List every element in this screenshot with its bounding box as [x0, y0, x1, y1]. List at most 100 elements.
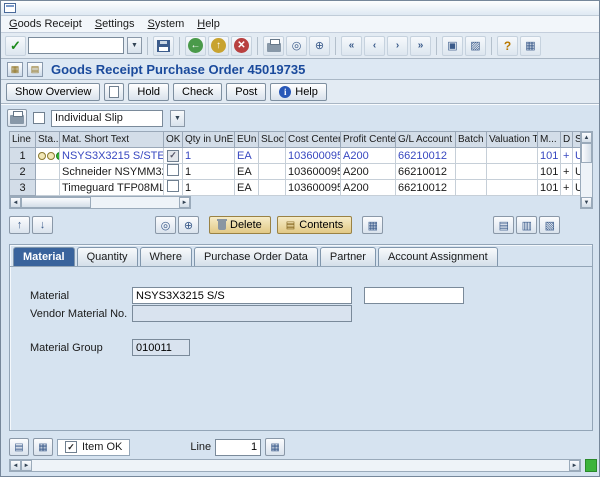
sort-ascending-button[interactable]: ↑ — [9, 216, 30, 234]
col-sloc[interactable]: SLoc — [258, 131, 286, 148]
delete-button[interactable]: Delete — [209, 216, 271, 234]
find-button[interactable]: ◎ — [286, 35, 307, 56]
tab-material[interactable]: Material — [13, 247, 75, 266]
blank-document-button[interactable] — [104, 82, 125, 101]
material-field[interactable] — [132, 287, 352, 304]
tab-account-assignment[interactable]: Account Assignment — [377, 247, 498, 266]
command-dropdown-icon[interactable]: ▼ — [127, 37, 142, 54]
eun-cell[interactable]: EA — [234, 163, 259, 180]
eun-cell[interactable]: EA — [234, 179, 259, 196]
tab-purchase-order-data[interactable]: Purchase Order Data — [193, 247, 318, 266]
tab-partner[interactable]: Partner — [319, 247, 376, 266]
eun-cell[interactable]: EA — [234, 147, 259, 164]
gl-account-cell[interactable]: 66210012 — [395, 147, 456, 164]
scroll-up-icon[interactable]: ▲ — [581, 132, 592, 143]
mvt-cell[interactable]: 101 — [537, 163, 561, 180]
cost-center-cell[interactable]: 103600095 — [285, 147, 341, 164]
overview-tree-icon[interactable]: ▤ — [27, 61, 43, 77]
find-next-entry-button[interactable]: ⊕ — [178, 216, 199, 234]
print-button[interactable] — [263, 35, 284, 56]
menu-system[interactable]: System — [148, 18, 185, 30]
help-button[interactable]: ? — [497, 35, 518, 56]
last-page-button[interactable]: » — [410, 35, 431, 56]
mvt-cell[interactable]: 101 — [537, 147, 561, 164]
previous-page-button[interactable]: ‹ — [364, 35, 385, 56]
col-ok[interactable]: OK — [163, 131, 183, 148]
item-list-button[interactable]: ▤ — [9, 438, 29, 456]
table-horizontal-scrollbar[interactable]: ◄ ► — [9, 196, 191, 209]
mat-short-text-cell[interactable]: NSYS3X3215 S/STEEL — [59, 147, 164, 164]
find-next-button[interactable]: ⊕ — [309, 35, 330, 56]
material-number-field[interactable] — [364, 287, 464, 304]
new-session-button[interactable]: ▣ — [442, 35, 463, 56]
ok-checkbox[interactable]: ✓ — [167, 149, 179, 162]
qty-cell[interactable]: 1 — [182, 163, 235, 180]
tab-quantity[interactable]: Quantity — [76, 247, 138, 266]
table-vertical-scrollbar[interactable]: ▲ ▼ — [580, 131, 593, 209]
col-status[interactable]: Sta... — [35, 131, 60, 148]
create-shortcut-button[interactable]: ▨ — [465, 35, 486, 56]
col-mat-short-text[interactable]: Mat. Short Text — [59, 131, 164, 148]
col-qty[interactable]: Qty in UnE — [182, 131, 235, 148]
col-d[interactable]: D — [560, 131, 573, 148]
s-cell[interactable]: U — [572, 163, 580, 180]
mat-short-text-cell[interactable]: Timeguard TFP08ML — [59, 179, 164, 196]
check-button[interactable]: Check — [173, 82, 223, 101]
item-detail-button[interactable]: ▦ — [33, 438, 53, 456]
table-view-button[interactable]: ▥ — [516, 216, 538, 234]
mat-short-text-cell[interactable]: Schneider NSYMM32 — [59, 163, 164, 180]
tab-where[interactable]: Where — [139, 247, 192, 266]
sloc-cell[interactable] — [258, 163, 286, 180]
bottom-scroll-end-icon[interactable]: ► — [569, 460, 580, 471]
command-field[interactable] — [28, 37, 124, 54]
qty-cell[interactable]: 1 — [182, 147, 235, 164]
show-overview-button[interactable]: Show Overview — [6, 82, 101, 101]
mvt-cell[interactable]: 101 — [537, 179, 561, 196]
help-toolbar-button[interactable]: i Help — [270, 82, 327, 101]
exit-button[interactable]: ↑ — [208, 35, 229, 56]
line-field[interactable] — [215, 438, 262, 456]
row-selector[interactable]: 3 — [9, 179, 36, 196]
col-s[interactable]: S... — [572, 131, 580, 148]
next-page-button[interactable]: › — [387, 35, 408, 56]
gl-account-cell[interactable]: 66210012 — [395, 163, 456, 180]
bottom-scroll-right-icon[interactable]: ► — [21, 460, 32, 471]
batch-cell[interactable] — [455, 147, 487, 164]
batch-cell[interactable] — [455, 163, 487, 180]
sloc-cell[interactable] — [258, 147, 286, 164]
table-row[interactable]: 3 Timeguard TFP08ML 1 EA 103600095 A200 … — [9, 179, 580, 196]
s-cell[interactable]: U — [572, 179, 580, 196]
row-selector[interactable]: 1 — [9, 147, 36, 164]
enter-button[interactable]: ✓ — [5, 35, 26, 56]
menu-settings[interactable]: Settings — [95, 18, 135, 30]
print-slip-checkbox[interactable] — [33, 112, 45, 124]
table-row[interactable]: 1 NSYS3X3215 S/STEEL ✓ 1 EA 103600095 A2… — [9, 147, 580, 164]
material-group-field[interactable] — [132, 339, 190, 356]
contents-button[interactable]: ▤ Contents — [276, 216, 353, 234]
profit-center-cell[interactable]: A200 — [340, 147, 396, 164]
save-button[interactable] — [153, 35, 174, 56]
cost-center-cell[interactable]: 103600095 — [285, 179, 341, 196]
d-cell[interactable]: + — [560, 163, 573, 180]
line-select-button[interactable]: ▦ — [265, 438, 286, 456]
scroll-left-icon[interactable]: ◄ — [10, 197, 21, 208]
scroll-down-icon[interactable]: ▼ — [581, 197, 592, 208]
matrix-button[interactable]: ▦ — [362, 216, 384, 234]
ok-checkbox[interactable] — [167, 164, 179, 176]
d-cell[interactable]: + — [560, 147, 573, 164]
sort-descending-button[interactable]: ↓ — [32, 216, 53, 234]
export-button[interactable]: ▧ — [539, 216, 561, 234]
gl-account-cell[interactable]: 66210012 — [395, 179, 456, 196]
horizontal-scroll-thumb[interactable] — [21, 197, 91, 208]
profit-center-cell[interactable]: A200 — [340, 163, 396, 180]
table-row[interactable]: 2 Schneider NSYMM32 1 EA 103600095 A200 … — [9, 163, 580, 180]
valuation-cell[interactable] — [486, 179, 538, 196]
slip-type-dropdown-icon[interactable]: ▼ — [170, 109, 185, 127]
col-gl-account[interactable]: G/L Account — [395, 131, 456, 148]
vendor-material-field[interactable] — [132, 305, 352, 322]
slip-type-dropdown[interactable]: Individual Slip — [51, 109, 163, 127]
menu-goods-receipt[interactable]: Goods Receipt — [9, 18, 82, 30]
transaction-icon[interactable]: ▦ — [7, 61, 23, 77]
col-batch[interactable]: Batch — [455, 131, 487, 148]
scroll-right-icon[interactable]: ► — [179, 197, 190, 208]
